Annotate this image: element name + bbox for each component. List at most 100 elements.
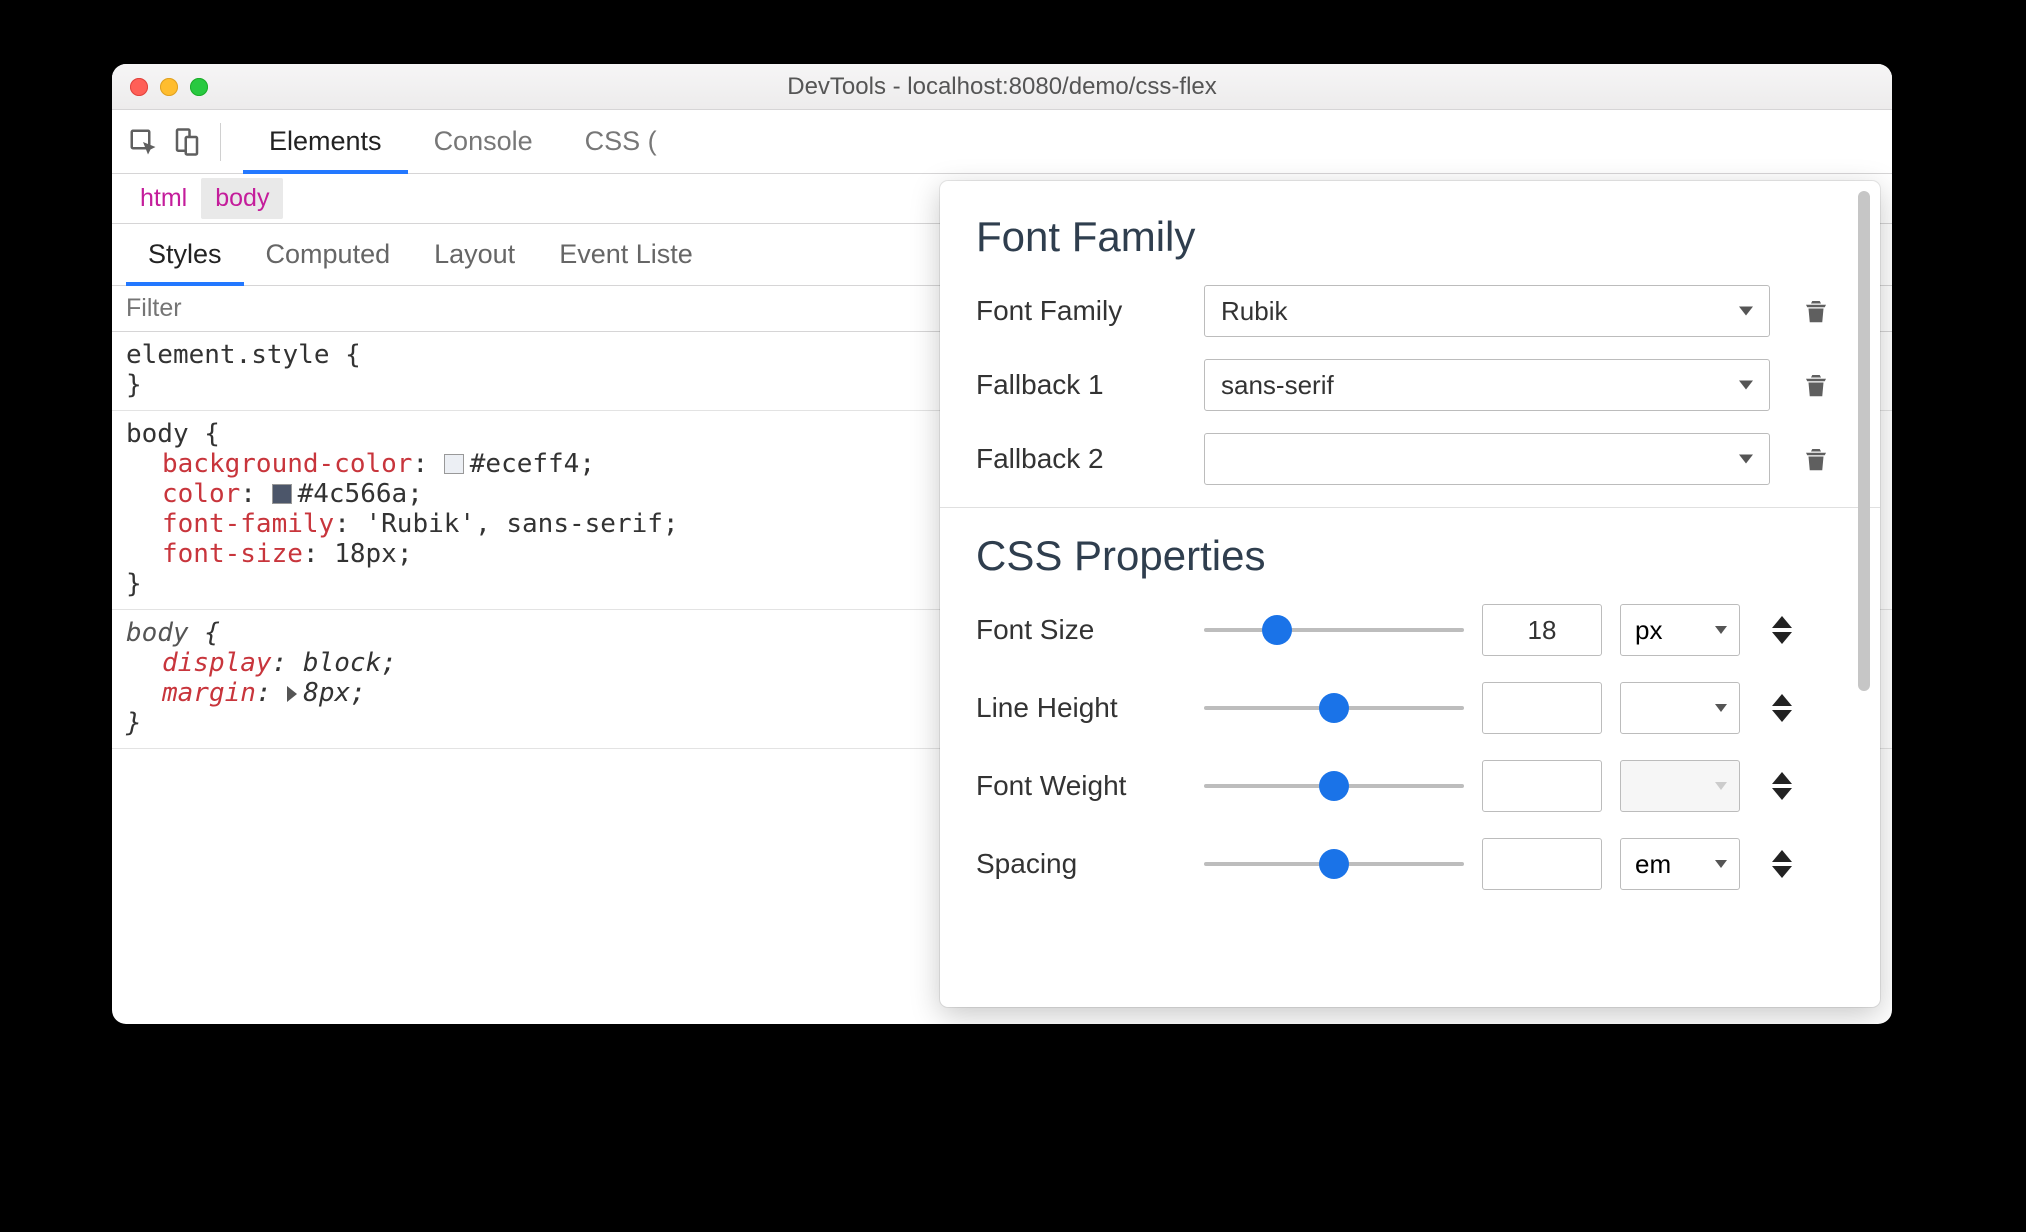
- subtab-layout[interactable]: Layout: [412, 224, 537, 285]
- selector: body: [126, 618, 189, 648]
- font-size-stepper[interactable]: [1758, 616, 1806, 644]
- chevron-down-icon: [1715, 704, 1727, 712]
- css-value: #eceff4: [470, 449, 580, 479]
- trash-icon[interactable]: [1801, 368, 1831, 402]
- chevron-down-icon: [1715, 626, 1727, 634]
- fallback-2-row: Fallback 2: [976, 433, 1844, 485]
- font-weight-slider[interactable]: [1204, 774, 1464, 798]
- line-height-stepper[interactable]: [1758, 694, 1806, 722]
- caret-down-icon[interactable]: [1772, 866, 1792, 878]
- font-family-select[interactable]: Rubik: [1204, 285, 1770, 337]
- chevron-down-icon: [1739, 307, 1753, 316]
- chevron-down-icon: [1715, 860, 1727, 868]
- font-editor-panel: Font Family Font Family Rubik Fallback 1…: [940, 181, 1880, 1007]
- section-title-font-family: Font Family: [976, 213, 1844, 261]
- window-title: DevTools - localhost:8080/demo/css-flex: [112, 73, 1892, 101]
- subtab-event-listeners[interactable]: Event Liste: [537, 224, 715, 285]
- select-value: sans-serif: [1221, 370, 1334, 401]
- css-value: 'Rubik', sans-serif: [366, 509, 663, 539]
- fallback-1-label: Fallback 1: [976, 369, 1186, 401]
- color-swatch-icon[interactable]: [272, 484, 292, 504]
- line-height-label: Line Height: [976, 692, 1186, 724]
- caret-up-icon[interactable]: [1772, 616, 1792, 628]
- fallback-1-select[interactable]: sans-serif: [1204, 359, 1770, 411]
- css-property: display: [162, 648, 272, 678]
- selector: body: [126, 419, 189, 449]
- spacing-input[interactable]: [1482, 838, 1602, 890]
- breadcrumb-body[interactable]: body: [201, 178, 283, 219]
- select-value: px: [1635, 615, 1662, 646]
- expand-shorthand-icon[interactable]: [287, 686, 297, 702]
- spacing-stepper[interactable]: [1758, 850, 1806, 878]
- titlebar: DevTools - localhost:8080/demo/css-flex: [112, 64, 1892, 110]
- caret-down-icon[interactable]: [1772, 632, 1792, 644]
- css-value: block: [303, 648, 381, 678]
- trash-icon[interactable]: [1801, 442, 1831, 476]
- slider-thumb[interactable]: [1262, 615, 1292, 645]
- trash-icon[interactable]: [1801, 294, 1831, 328]
- minimize-icon[interactable]: [160, 78, 178, 96]
- color-swatch-icon[interactable]: [444, 454, 464, 474]
- fallback-2-select[interactable]: [1204, 433, 1770, 485]
- css-value: 8px: [303, 678, 350, 708]
- fallback-1-row: Fallback 1 sans-serif: [976, 359, 1844, 411]
- tab-elements[interactable]: Elements: [243, 110, 408, 173]
- caret-down-icon[interactable]: [1772, 710, 1792, 722]
- toolbar-divider: [220, 123, 221, 161]
- divider: [940, 507, 1880, 508]
- chevron-down-icon: [1715, 782, 1727, 790]
- devtools-window: DevTools - localhost:8080/demo/css-flex …: [112, 64, 1892, 1024]
- font-size-label: Font Size: [976, 614, 1186, 646]
- css-value: #4c566a: [298, 479, 408, 509]
- css-value: 18px: [334, 539, 397, 569]
- font-size-input[interactable]: 18: [1482, 604, 1602, 656]
- fallback-2-label: Fallback 2: [976, 443, 1186, 475]
- font-weight-unit-select: [1620, 760, 1740, 812]
- tab-console[interactable]: Console: [408, 110, 559, 173]
- selector: element.style: [126, 340, 330, 370]
- font-size-slider[interactable]: [1204, 618, 1464, 642]
- chevron-down-icon: [1739, 455, 1753, 464]
- traffic-lights: [112, 78, 208, 96]
- main-toolbar: Elements Console CSS (: [112, 110, 1892, 174]
- spacing-slider[interactable]: [1204, 852, 1464, 876]
- css-property: font-family: [162, 509, 334, 539]
- font-family-row: Font Family Rubik: [976, 285, 1844, 337]
- font-weight-input[interactable]: [1482, 760, 1602, 812]
- spacing-unit-select[interactable]: em: [1620, 838, 1740, 890]
- inspect-element-icon[interactable]: [126, 125, 160, 159]
- slider-thumb[interactable]: [1319, 693, 1349, 723]
- font-size-unit-select[interactable]: px: [1620, 604, 1740, 656]
- line-height-slider[interactable]: [1204, 696, 1464, 720]
- zoom-icon[interactable]: [190, 78, 208, 96]
- caret-up-icon[interactable]: [1772, 850, 1792, 862]
- font-weight-label: Font Weight: [976, 770, 1186, 802]
- spacing-row: Spacing em: [976, 838, 1844, 890]
- css-property: color: [162, 479, 240, 509]
- line-height-input[interactable]: [1482, 682, 1602, 734]
- section-title-css-properties: CSS Properties: [976, 532, 1844, 580]
- slider-thumb[interactable]: [1319, 849, 1349, 879]
- close-icon[interactable]: [130, 78, 148, 96]
- caret-down-icon[interactable]: [1772, 788, 1792, 800]
- slider-thumb[interactable]: [1319, 771, 1349, 801]
- chevron-down-icon: [1739, 381, 1753, 390]
- subtab-computed[interactable]: Computed: [244, 224, 413, 285]
- line-height-unit-select[interactable]: [1620, 682, 1740, 734]
- device-toggle-icon[interactable]: [170, 125, 204, 159]
- tab-css-overview[interactable]: CSS (: [559, 110, 683, 173]
- caret-up-icon[interactable]: [1772, 772, 1792, 784]
- css-property: margin: [162, 678, 256, 708]
- font-weight-stepper[interactable]: [1758, 772, 1806, 800]
- css-property: background-color: [162, 449, 412, 479]
- breadcrumb-html[interactable]: html: [126, 178, 201, 219]
- subtab-styles[interactable]: Styles: [126, 224, 244, 285]
- font-weight-row: Font Weight: [976, 760, 1844, 812]
- caret-up-icon[interactable]: [1772, 694, 1792, 706]
- font-size-row: Font Size 18 px: [976, 604, 1844, 656]
- panel-tabs: Elements Console CSS (: [243, 110, 683, 173]
- select-value: Rubik: [1221, 296, 1287, 327]
- css-property: font-size: [162, 539, 303, 569]
- select-value: em: [1635, 849, 1671, 880]
- spacing-label: Spacing: [976, 848, 1186, 880]
